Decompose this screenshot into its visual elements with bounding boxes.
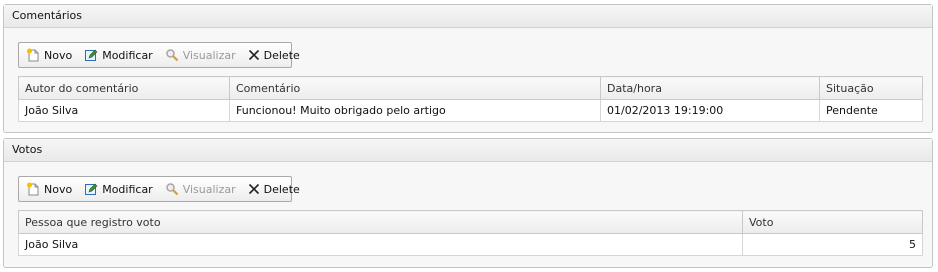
votes-edit-button[interactable]: Modificar (81, 179, 156, 199)
magnifier-icon (165, 49, 178, 62)
cell-voter: João Silva (18, 233, 743, 256)
cell-author: João Silva (18, 99, 230, 122)
delete-x-icon (248, 49, 259, 61)
table-row[interactable]: João Silva 5 (18, 233, 923, 256)
votes-new-label: Novo (44, 182, 73, 196)
comments-new-button[interactable]: Novo (23, 45, 75, 65)
votes-new-button[interactable]: Novo (23, 179, 75, 199)
column-header-status[interactable]: Situação (819, 76, 923, 100)
votes-view-button[interactable]: Visualizar (162, 179, 239, 199)
delete-x-icon (248, 183, 259, 195)
comments-table: Autor do comentário Comentário Data/hora… (18, 76, 923, 122)
new-document-icon (27, 48, 39, 62)
votes-panel: Votos Novo Modificar Visualizar Delete P… (3, 138, 933, 268)
comments-view-button[interactable]: Visualizar (162, 45, 239, 65)
comments-panel-title: Comentários (4, 5, 932, 28)
comments-delete-label: Delete (263, 48, 300, 62)
comments-edit-button[interactable]: Modificar (81, 45, 156, 65)
column-header-author[interactable]: Autor do comentário (18, 76, 230, 100)
cell-datetime: 01/02/2013 19:19:00 (600, 99, 820, 122)
comments-view-label: Visualizar (182, 48, 236, 62)
votes-edit-label: Modificar (102, 182, 153, 196)
new-document-icon (27, 182, 39, 196)
edit-icon (85, 49, 98, 61)
comments-edit-label: Modificar (102, 48, 153, 62)
votes-view-label: Visualizar (182, 182, 236, 196)
comments-table-header: Autor do comentário Comentário Data/hora… (18, 76, 923, 100)
votes-delete-button[interactable]: Delete (245, 179, 303, 199)
comments-panel: Comentários Novo Modificar Visualizar De… (3, 4, 933, 133)
votes-toolbar: Novo Modificar Visualizar Delete (18, 176, 300, 202)
cell-status: Pendente (819, 99, 923, 122)
comments-delete-button[interactable]: Delete (245, 45, 303, 65)
cell-comment: Funcionou! Muito obrigado pelo artigo (229, 99, 601, 122)
magnifier-icon (165, 183, 178, 196)
votes-delete-label: Delete (263, 182, 300, 196)
edit-icon (85, 183, 98, 195)
votes-table: Pessoa que registro voto Voto João Silva… (18, 210, 923, 256)
votes-table-header: Pessoa que registro voto Voto (18, 210, 923, 234)
column-header-vote[interactable]: Voto (742, 210, 923, 234)
column-header-voter[interactable]: Pessoa que registro voto (18, 210, 743, 234)
comments-toolbar: Novo Modificar Visualizar Delete (18, 42, 300, 68)
column-header-comment[interactable]: Comentário (229, 76, 601, 100)
column-header-datetime[interactable]: Data/hora (600, 76, 820, 100)
table-row[interactable]: João Silva Funcionou! Muito obrigado pel… (18, 99, 923, 122)
comments-new-label: Novo (44, 48, 73, 62)
votes-panel-title: Votos (4, 139, 932, 162)
cell-vote: 5 (742, 233, 923, 256)
